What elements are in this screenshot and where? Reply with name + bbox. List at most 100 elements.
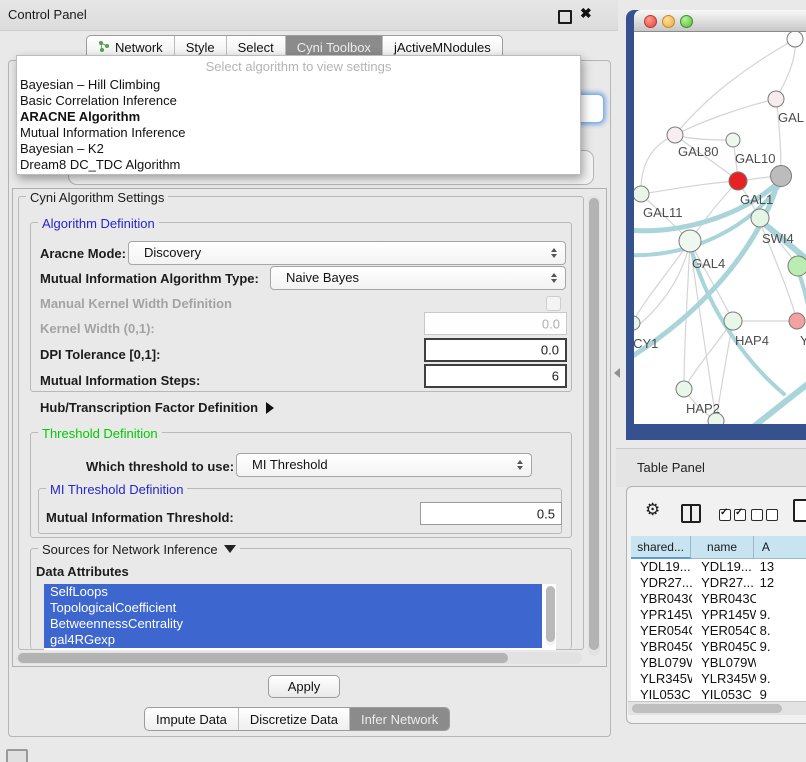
network-node-gcy1[interactable]	[634, 316, 640, 330]
network-node-gal[interactable]	[768, 91, 784, 107]
tab-infer-network[interactable]: Infer Network	[350, 708, 449, 730]
table-panel-header: Table Panel	[616, 448, 806, 487]
data-attribute-item[interactable]: gal4RGexp	[44, 632, 542, 648]
table-row[interactable]: YER054CYER054C8.	[631, 623, 806, 639]
which-threshold-select[interactable]: MI Threshold	[236, 453, 532, 477]
column-header-shared-name[interactable]: shared...	[631, 536, 691, 559]
table-horizontal-scrollbar[interactable]	[628, 701, 806, 715]
list-vertical-scrollbar[interactable]	[546, 586, 555, 646]
mi-steps-label: Mutual Information Steps:	[40, 373, 200, 388]
deselect-all-checkbox-icon[interactable]	[751, 509, 763, 521]
table-row[interactable]: YBR045CYBR045C9.	[631, 639, 806, 655]
close-window-icon[interactable]	[644, 15, 657, 28]
table-cell: YDL19...	[631, 559, 692, 575]
network-node[interactable]	[771, 166, 792, 187]
table-cell: YLR345W	[692, 671, 755, 687]
apply-button[interactable]: Apply	[268, 675, 340, 698]
collapsed-arrow-icon	[266, 402, 274, 414]
close-panel-icon[interactable]: ✖	[580, 5, 592, 22]
algorithm-option[interactable]: ARACNE Algorithm	[20, 109, 577, 125]
export-table-icon[interactable]	[793, 499, 806, 522]
columns-icon[interactable]	[681, 504, 701, 523]
select-all-checkbox-icon[interactable]	[734, 509, 746, 521]
select-all-checkbox-icon[interactable]	[719, 509, 731, 521]
deselect-all-checkbox-icon[interactable]	[766, 509, 778, 521]
network-node-gal80[interactable]	[667, 127, 683, 143]
table-row[interactable]: YLR345WYLR345W9.	[631, 671, 806, 687]
network-tab-icon	[98, 40, 110, 55]
network-node-gal4[interactable]	[679, 230, 701, 252]
data-attributes-list[interactable]: SelfLoopsTopologicalCoefficientBetweenne…	[44, 584, 556, 650]
table-row[interactable]: YDL19...YDL19...13	[631, 559, 806, 575]
settings-horizontal-scrollbar[interactable]	[16, 652, 582, 664]
manual-kernel-width-label: Manual Kernel Width Definition	[40, 296, 232, 311]
aracne-mode-label: Aracne Mode:	[40, 246, 126, 261]
data-attribute-item[interactable]: TopologicalCoefficient	[44, 600, 542, 616]
table-cell: YBR045C	[692, 639, 755, 655]
dpi-tolerance-field[interactable]: 0.0	[424, 338, 567, 362]
network-node-y[interactable]	[789, 313, 805, 329]
network-node-label: GAL11	[643, 205, 683, 220]
node-table: shared... name A YDL19...YDL19...13YDR27…	[631, 536, 806, 704]
table-cell: YDL19...	[692, 559, 755, 575]
float-panel-icon[interactable]	[558, 10, 572, 24]
algorithm-dropdown-popup: Select algorithm to view settings Bayesi…	[16, 55, 581, 175]
algorithm-option[interactable]: Bayesian – K2	[20, 141, 577, 157]
data-attribute-item[interactable]: BetweennessCentrality	[44, 616, 542, 632]
network-node-hap2[interactable]	[676, 381, 692, 397]
algorithm-option[interactable]: Dream8 DC_TDC Algorithm	[20, 157, 577, 173]
threshold-definition-title: Threshold Definition	[38, 426, 162, 441]
table-cell: YBR045C	[631, 639, 692, 655]
sources-title[interactable]: Sources for Network Inference	[38, 542, 240, 557]
settings-vertical-scrollbar[interactable]	[588, 196, 600, 656]
network-window-titlebar[interactable]	[634, 10, 806, 32]
algorithm-option[interactable]: Basic Correlation Inference	[20, 93, 577, 109]
algorithm-option[interactable]: Mutual Information Inference	[20, 125, 577, 141]
table-cell: 13	[756, 559, 806, 575]
table-row[interactable]: YDR27...YDR27...12	[631, 575, 806, 591]
mi-threshold-field[interactable]: 0.5	[420, 502, 562, 525]
table-row[interactable]: YPR145WYPR145W9.	[631, 607, 806, 623]
spinner-arrows-icon	[551, 273, 557, 283]
manual-kernel-width-checkbox[interactable]	[546, 296, 561, 311]
tab-impute-data[interactable]: Impute Data	[145, 708, 239, 730]
kernel-width-field[interactable]: 0.0	[424, 312, 567, 335]
algorithm-option[interactable]: Bayesian – Hill Climbing	[20, 77, 577, 93]
table-cell: 9.	[756, 607, 806, 623]
table-row[interactable]: YBR043CYBR043C	[631, 591, 806, 607]
hub-definition-toggle[interactable]: Hub/Transcription Factor Definition	[40, 400, 274, 415]
network-edge[interactable]	[641, 181, 738, 194]
splitpane-collapse-icon[interactable]	[614, 368, 620, 378]
minimized-panel-icon[interactable]	[6, 749, 28, 762]
mi-steps-field[interactable]: 6	[424, 364, 567, 388]
data-attribute-item[interactable]: SelfLoops	[44, 584, 542, 600]
mi-algorithm-type-select[interactable]: Naive Bayes	[270, 266, 566, 290]
network-node-gal1[interactable]	[729, 172, 747, 190]
table-cell: YER054C	[692, 623, 755, 639]
network-edge[interactable]	[675, 39, 795, 135]
network-edge[interactable]	[684, 321, 733, 389]
network-node[interactable]	[708, 413, 724, 424]
network-node[interactable]	[787, 32, 803, 47]
application-root: Control Panel ✖ Network Style Select Cyn…	[0, 0, 806, 762]
table-row[interactable]: YBL079WYBL079W	[631, 655, 806, 671]
network-node-hap4[interactable]	[724, 312, 742, 330]
tab-discretize-data[interactable]: Discretize Data	[239, 708, 350, 730]
column-header-name[interactable]: name	[691, 536, 754, 559]
table-cell: 12	[756, 575, 806, 591]
network-node[interactable]	[788, 256, 806, 276]
minimize-window-icon[interactable]	[662, 15, 675, 28]
network-node-gal10[interactable]	[726, 133, 740, 147]
table-cell	[756, 655, 806, 671]
column-header-third[interactable]: A	[754, 536, 806, 559]
network-edge[interactable]	[675, 135, 733, 140]
zoom-window-icon[interactable]	[680, 15, 693, 28]
network-node-label: GAL80	[678, 144, 718, 159]
network-canvas[interactable]: GALGAL80GAL10GAL1GAL11SWI4GAL4GCY1HAP4YH…	[634, 32, 806, 424]
network-node-gal11[interactable]	[634, 186, 649, 202]
network-node-swi4[interactable]	[751, 209, 769, 227]
gear-icon[interactable]: ⚙	[645, 500, 660, 520]
aracne-mode-select[interactable]: Discovery	[128, 241, 566, 265]
network-edge[interactable]	[641, 135, 675, 194]
table-cell: 8.	[756, 623, 806, 639]
